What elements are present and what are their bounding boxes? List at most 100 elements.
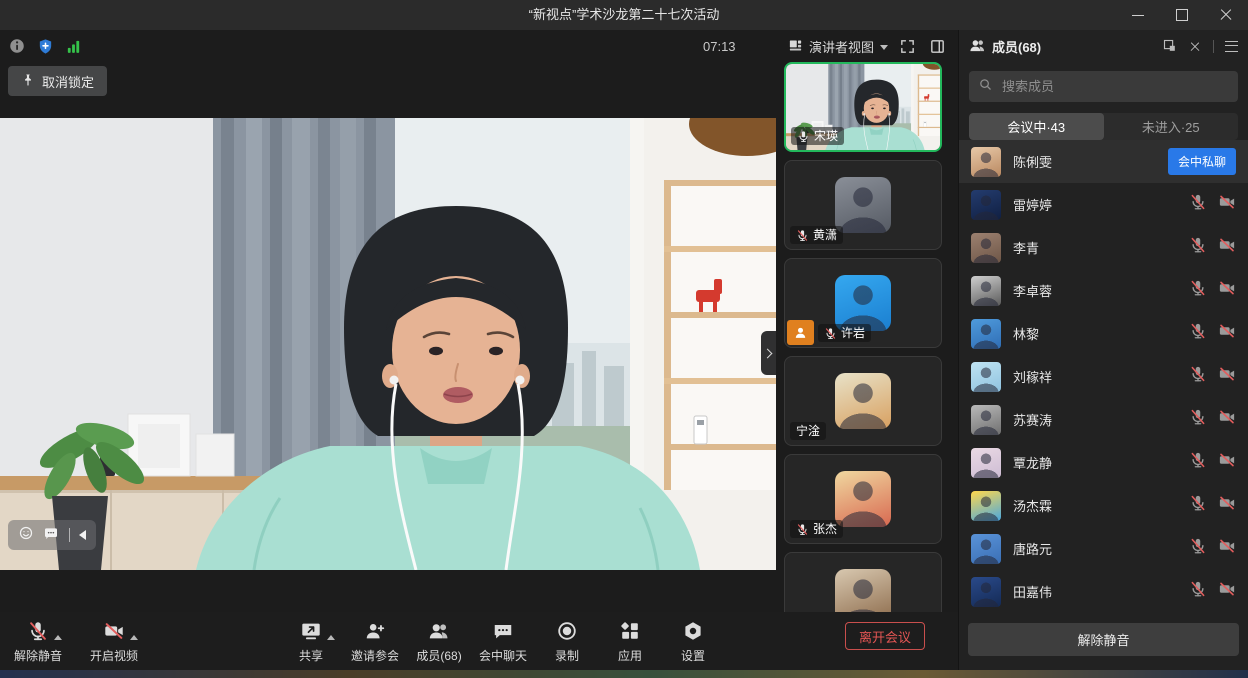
mic-muted-icon[interactable] (1189, 451, 1207, 474)
mic-muted-icon[interactable] (1189, 580, 1207, 603)
toolbar-item-label: 会中聊天 (479, 647, 527, 664)
member-status-icons (1189, 451, 1236, 474)
toolbar-item-members[interactable]: 成员(68) (416, 620, 462, 664)
camera-off-icon[interactable] (1218, 537, 1236, 560)
member-avatar (971, 362, 1001, 392)
member-row[interactable]: 林黎 (959, 312, 1248, 355)
toolbar-item-caret[interactable] (130, 635, 138, 640)
minimize-button[interactable] (1116, 0, 1160, 30)
camera-off-icon[interactable] (1218, 365, 1236, 388)
member-row[interactable]: 李青 (959, 226, 1248, 269)
camera-off-icon[interactable] (1218, 408, 1236, 431)
desktop-edge-strip (0, 670, 1248, 678)
member-row[interactable]: 田嘉伟 (959, 570, 1248, 612)
private-chat-badge[interactable]: 会中私聊 (1168, 148, 1236, 175)
titlebar[interactable]: “新视点”学术沙龙第二十七次活动 (0, 0, 1248, 30)
minimize-icon (1132, 15, 1144, 16)
members-panel-title: 成员(68) (992, 37, 1041, 56)
participant-thumbnail[interactable] (784, 552, 942, 612)
camera-off-icon[interactable] (1218, 193, 1236, 216)
toolbar-item-share[interactable]: 共享 (288, 620, 334, 664)
camera-off-icon[interactable] (1218, 322, 1236, 345)
camera-off-icon[interactable] (1218, 580, 1236, 603)
member-row[interactable]: 刘稼祥 (959, 355, 1248, 398)
emoji-reaction-button[interactable] (18, 525, 34, 546)
member-status-icons (1189, 279, 1236, 302)
members-panel: 成员(68) 会议中·43 未进入·25 陈俐雯 会中私聊 雷婷婷 (958, 30, 1248, 670)
thumbnail-collapse-handle[interactable] (761, 331, 776, 375)
thumbnail-avatar (835, 275, 891, 331)
search-input[interactable] (1000, 78, 1229, 95)
mic-muted-icon[interactable] (1189, 537, 1207, 560)
participant-thumbnail[interactable]: 黄潇 (784, 160, 942, 250)
caption-button[interactable] (43, 525, 59, 546)
toolbar-item-mic-off[interactable]: 解除静音 (14, 620, 62, 664)
member-name: 刘稼祥 (1013, 367, 1177, 386)
leave-meeting-button[interactable]: 离开会议 (845, 622, 925, 650)
toolbar-item-chat[interactable]: 会中聊天 (479, 620, 527, 664)
member-row[interactable]: 陈俐雯 会中私聊 (959, 140, 1248, 183)
mic-muted-icon[interactable] (1189, 408, 1207, 431)
member-name: 覃龙静 (1013, 453, 1177, 472)
member-row[interactable]: 唐路元 (959, 527, 1248, 570)
participant-name: 宋瑛 (814, 129, 838, 143)
participant-thumbnail[interactable]: 宋瑛 (784, 62, 942, 152)
toolbar-item-cam-off[interactable]: 开启视频 (90, 620, 138, 664)
mic-muted-icon[interactable] (1189, 279, 1207, 302)
member-status-icons (1189, 365, 1236, 388)
member-row[interactable]: 雷婷婷 (959, 183, 1248, 226)
main-speaker-video[interactable] (0, 118, 776, 570)
unlock-button[interactable]: 取消锁定 (8, 66, 107, 96)
member-name: 李卓蓉 (1013, 281, 1177, 300)
video-overlay-toolbar (8, 520, 96, 550)
shield-icon[interactable] (37, 38, 54, 55)
maximize-button[interactable] (1160, 0, 1204, 30)
mic-muted-icon[interactable] (1189, 322, 1207, 345)
member-row[interactable]: 汤杰霖 (959, 484, 1248, 527)
tab-in-meeting[interactable]: 会议中·43 (969, 113, 1104, 140)
popout-panel-button[interactable] (1162, 38, 1177, 56)
camera-off-icon[interactable] (1218, 451, 1236, 474)
member-row[interactable]: 苏赛涛 (959, 398, 1248, 441)
member-avatar (971, 491, 1001, 521)
window-controls (1116, 0, 1248, 30)
close-panel-button[interactable] (1189, 41, 1200, 52)
participant-name: 张杰 (813, 522, 837, 536)
member-status-icons (1189, 494, 1236, 517)
toolbar-item-caret[interactable] (327, 635, 335, 640)
collapse-left-icon[interactable] (79, 530, 86, 540)
close-button[interactable] (1204, 0, 1248, 30)
toolbar-item-settings[interactable]: 设置 (670, 620, 716, 664)
camera-off-icon[interactable] (1218, 494, 1236, 517)
participant-thumbnail[interactable]: 许岩 (784, 258, 942, 348)
toolbar-item-invite[interactable]: 邀请参会 (351, 620, 399, 664)
camera-off-icon[interactable] (1218, 236, 1236, 259)
network-signal-icon[interactable] (65, 38, 82, 55)
toolbar-item-apps[interactable]: 应用 (607, 620, 653, 664)
toolbar-item-label: 应用 (618, 647, 642, 664)
member-row[interactable]: 覃龙静 (959, 441, 1248, 484)
members-icon (969, 37, 986, 57)
mic-muted-icon[interactable] (1189, 494, 1207, 517)
tab-not-joined[interactable]: 未进入·25 (1104, 113, 1239, 140)
mic-muted-icon[interactable] (1189, 193, 1207, 216)
search-icon (978, 77, 993, 97)
thumbnail-name-label: 张杰 (790, 520, 843, 538)
mic-state-icon (824, 327, 837, 340)
overlay-divider (69, 528, 70, 542)
unmute-all-button[interactable]: 解除静音 (968, 623, 1239, 656)
toolbar-item-record[interactable]: 录制 (544, 620, 590, 664)
member-status-icons (1189, 193, 1236, 216)
member-list[interactable]: 陈俐雯 会中私聊 雷婷婷 李青 李卓蓉 林黎 (959, 140, 1248, 612)
participant-thumbnail[interactable]: 张杰 (784, 454, 942, 544)
toolbar-item-caret[interactable] (54, 635, 62, 640)
thumbnail-name-label: 黄潇 (790, 226, 843, 244)
panel-menu-button[interactable] (1225, 41, 1238, 52)
participant-thumbnail[interactable]: 宁淦 (784, 356, 942, 446)
info-icon[interactable] (8, 37, 26, 55)
member-row[interactable]: 李卓蓉 (959, 269, 1248, 312)
mic-muted-icon[interactable] (1189, 365, 1207, 388)
camera-off-icon[interactable] (1218, 279, 1236, 302)
member-status-icons (1189, 322, 1236, 345)
mic-muted-icon[interactable] (1189, 236, 1207, 259)
